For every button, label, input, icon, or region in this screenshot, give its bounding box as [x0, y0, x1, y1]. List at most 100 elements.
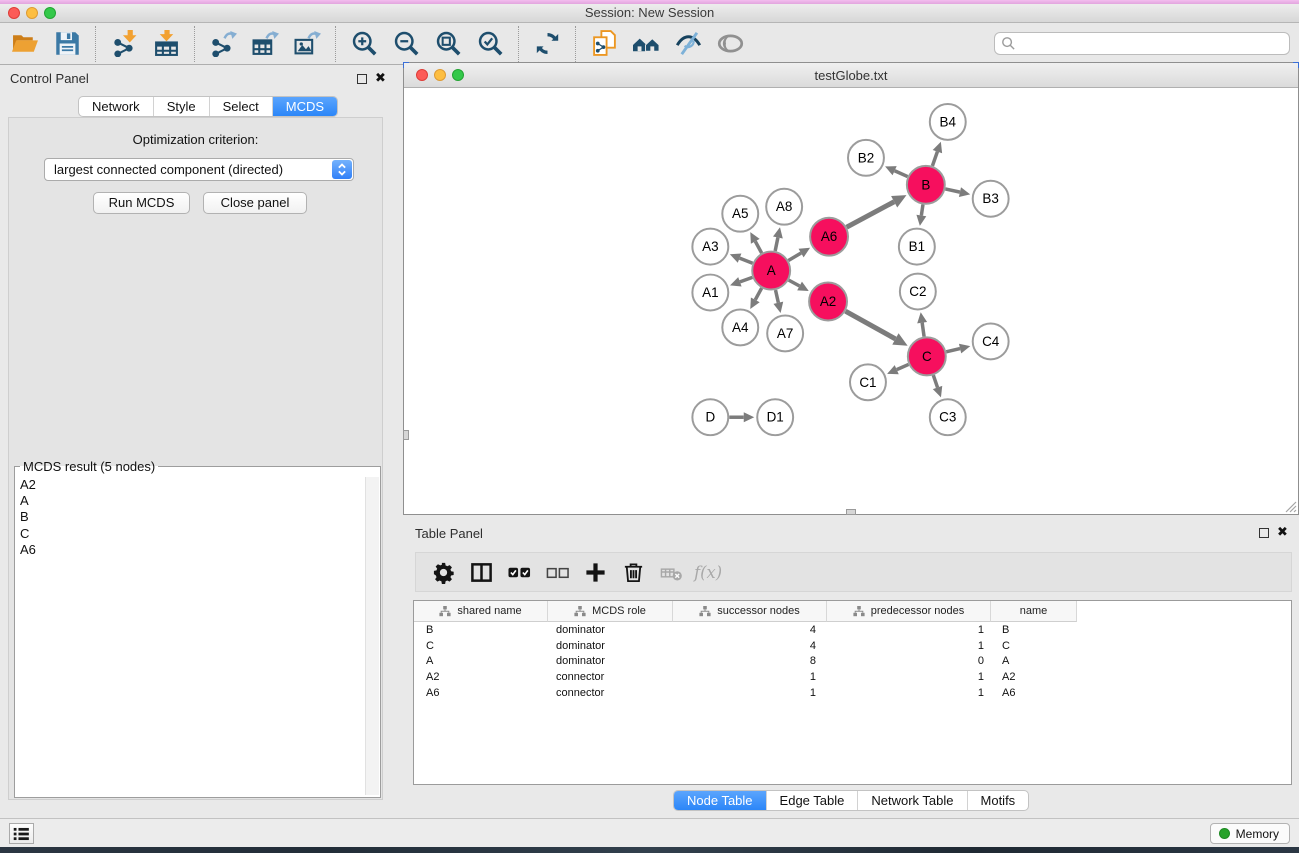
zoom-window-button[interactable] [44, 7, 56, 19]
graph-edge-A-A2[interactable] [789, 280, 800, 286]
tab-node-table[interactable]: Node Table [674, 791, 766, 810]
tab-style[interactable]: Style [153, 97, 209, 116]
tab-select[interactable]: Select [209, 97, 272, 116]
graph-edge-B-B2[interactable] [895, 171, 908, 177]
graph-edge-C-C2[interactable] [922, 323, 924, 337]
resize-handle-bottom[interactable] [846, 509, 856, 515]
network-zoom-button[interactable] [452, 69, 464, 81]
graph-edge-A-A5[interactable] [755, 241, 761, 253]
table-cell[interactable]: 4 [673, 624, 827, 636]
column-header-successor-nodes[interactable]: successor nodes [673, 601, 827, 622]
table-row[interactable]: Cdominator41C [414, 638, 1291, 654]
mcds-result-item[interactable]: B [20, 509, 36, 525]
mcds-list-scrollbar[interactable] [365, 477, 379, 795]
graph-edge-B-B4[interactable] [932, 152, 937, 166]
graph-edge-C-C3[interactable] [933, 375, 937, 387]
mcds-result-item[interactable]: A6 [20, 542, 36, 558]
export-table-button[interactable] [244, 27, 286, 61]
table-cell[interactable]: A2 [414, 671, 548, 683]
graph-edge-A6-B[interactable] [847, 202, 895, 227]
graph-edge-A-A8[interactable] [775, 238, 778, 251]
table-cell[interactable]: 1 [827, 671, 991, 683]
delete-row-button[interactable] [614, 556, 652, 588]
table-cell[interactable]: dominator [548, 640, 673, 652]
table-cell[interactable]: dominator [548, 655, 673, 667]
graph-edge-A-A3[interactable] [740, 258, 753, 263]
resize-handle-left[interactable] [403, 430, 409, 440]
preview-eye-button[interactable] [709, 27, 751, 61]
table-cell[interactable]: 1 [673, 687, 827, 699]
table-cell[interactable]: A6 [991, 687, 1077, 699]
table-cell[interactable]: 1 [827, 640, 991, 652]
tab-network[interactable]: Network [79, 97, 153, 116]
network-canvas[interactable]: B4B2BB3A8A5A6A3B1AC2A1A2A4A7C4CC1C3DD1 [404, 89, 1298, 514]
save-session-button[interactable] [46, 27, 88, 61]
export-image-button[interactable] [286, 27, 328, 61]
zoom-in-button[interactable] [343, 27, 385, 61]
mcds-result-item[interactable]: C [20, 526, 36, 542]
column-header-name[interactable]: name [991, 601, 1077, 622]
mcds-result-item[interactable]: A2 [20, 477, 36, 493]
graph-edge-A2-C[interactable] [845, 311, 895, 339]
table-cell[interactable]: 1 [827, 687, 991, 699]
add-row-button[interactable] [576, 556, 614, 588]
network-close-button[interactable] [416, 69, 428, 81]
refresh-button[interactable] [526, 27, 568, 61]
control-panel-float-button[interactable] [357, 74, 367, 84]
table-panel-close-button[interactable]: ✖ [1277, 526, 1288, 538]
table-cell[interactable]: A2 [991, 671, 1077, 683]
table-cell[interactable]: 8 [673, 655, 827, 667]
table-cell[interactable]: C [991, 640, 1077, 652]
export-network-button[interactable] [202, 27, 244, 61]
table-row[interactable]: Bdominator41B [414, 622, 1291, 638]
table-cell[interactable]: A [414, 655, 548, 667]
tab-edge-table[interactable]: Edge Table [766, 791, 858, 810]
graph-edge-A-A1[interactable] [740, 277, 753, 282]
task-history-button[interactable] [9, 823, 34, 844]
duplicate-network-button[interactable] [583, 27, 625, 61]
table-cell[interactable]: connector [548, 671, 673, 683]
resize-grip[interactable] [1283, 499, 1297, 513]
table-cell[interactable]: connector [548, 687, 673, 699]
table-row[interactable]: Adominator80A [414, 654, 1291, 670]
network-minimize-button[interactable] [434, 69, 446, 81]
table-cell[interactable]: 1 [673, 671, 827, 683]
table-cell[interactable]: 0 [827, 655, 991, 667]
close-window-button[interactable] [8, 7, 20, 19]
column-header-MCDS-role[interactable]: MCDS role [548, 601, 673, 622]
settings-button[interactable] [424, 556, 462, 588]
mcds-result-item[interactable]: A [20, 493, 36, 509]
tab-mcds[interactable]: MCDS [272, 97, 337, 116]
memory-button[interactable]: Memory [1210, 823, 1290, 844]
graph-edge-A-A7[interactable] [776, 290, 779, 303]
graph-edge-B-B1[interactable] [921, 205, 923, 216]
column-header-predecessor-nodes[interactable]: predecessor nodes [827, 601, 991, 622]
minimize-window-button[interactable] [26, 7, 38, 19]
table-cell[interactable]: B [414, 624, 548, 636]
search-input[interactable] [994, 32, 1290, 55]
table-row[interactable]: A2connector11A2 [414, 669, 1291, 685]
graph-edge-C-C4[interactable] [946, 349, 960, 352]
zoom-selected-button[interactable] [469, 27, 511, 61]
import-table-button[interactable] [145, 27, 187, 61]
table-cell[interactable]: C [414, 640, 548, 652]
home-view-button[interactable] [625, 27, 667, 61]
graph-edge-A-A6[interactable] [788, 253, 801, 260]
control-panel-close-button[interactable]: ✖ [375, 72, 386, 84]
table-panel-float-button[interactable] [1259, 528, 1269, 538]
table-row[interactable]: A6connector11A6 [414, 685, 1291, 701]
run-mcds-button[interactable]: Run MCDS [93, 192, 190, 214]
deselect-all-checkboxes-button[interactable] [538, 556, 576, 588]
tab-network-table[interactable]: Network Table [857, 791, 966, 810]
graph-edge-A-A4[interactable] [755, 288, 761, 300]
zoom-out-button[interactable] [385, 27, 427, 61]
import-network-button[interactable] [103, 27, 145, 61]
table-cell[interactable]: A [991, 655, 1077, 667]
open-session-button[interactable] [4, 27, 46, 61]
table-cell[interactable]: B [991, 624, 1077, 636]
combo-stepper[interactable] [332, 160, 352, 179]
close-panel-button[interactable]: Close panel [203, 192, 307, 214]
select-all-checkboxes-button[interactable] [500, 556, 538, 588]
toggle-visibility-button[interactable] [667, 27, 709, 61]
table-cell[interactable]: A6 [414, 687, 548, 699]
